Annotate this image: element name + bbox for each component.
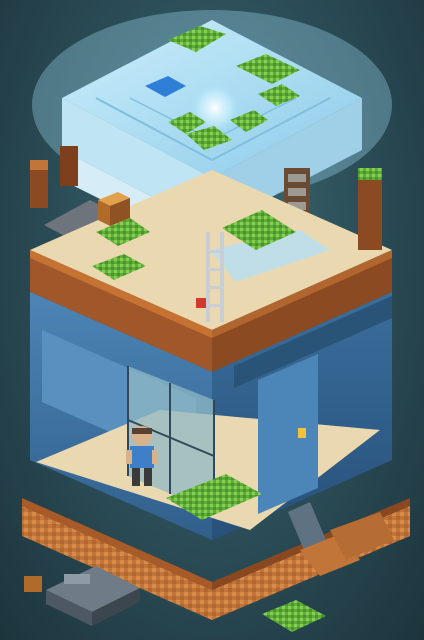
diorama [22,10,410,632]
door-handle[interactable] [298,428,306,438]
red-item[interactable] [196,298,206,308]
bottom-grass [262,600,326,632]
game-scene [0,0,424,640]
door[interactable] [258,354,318,514]
